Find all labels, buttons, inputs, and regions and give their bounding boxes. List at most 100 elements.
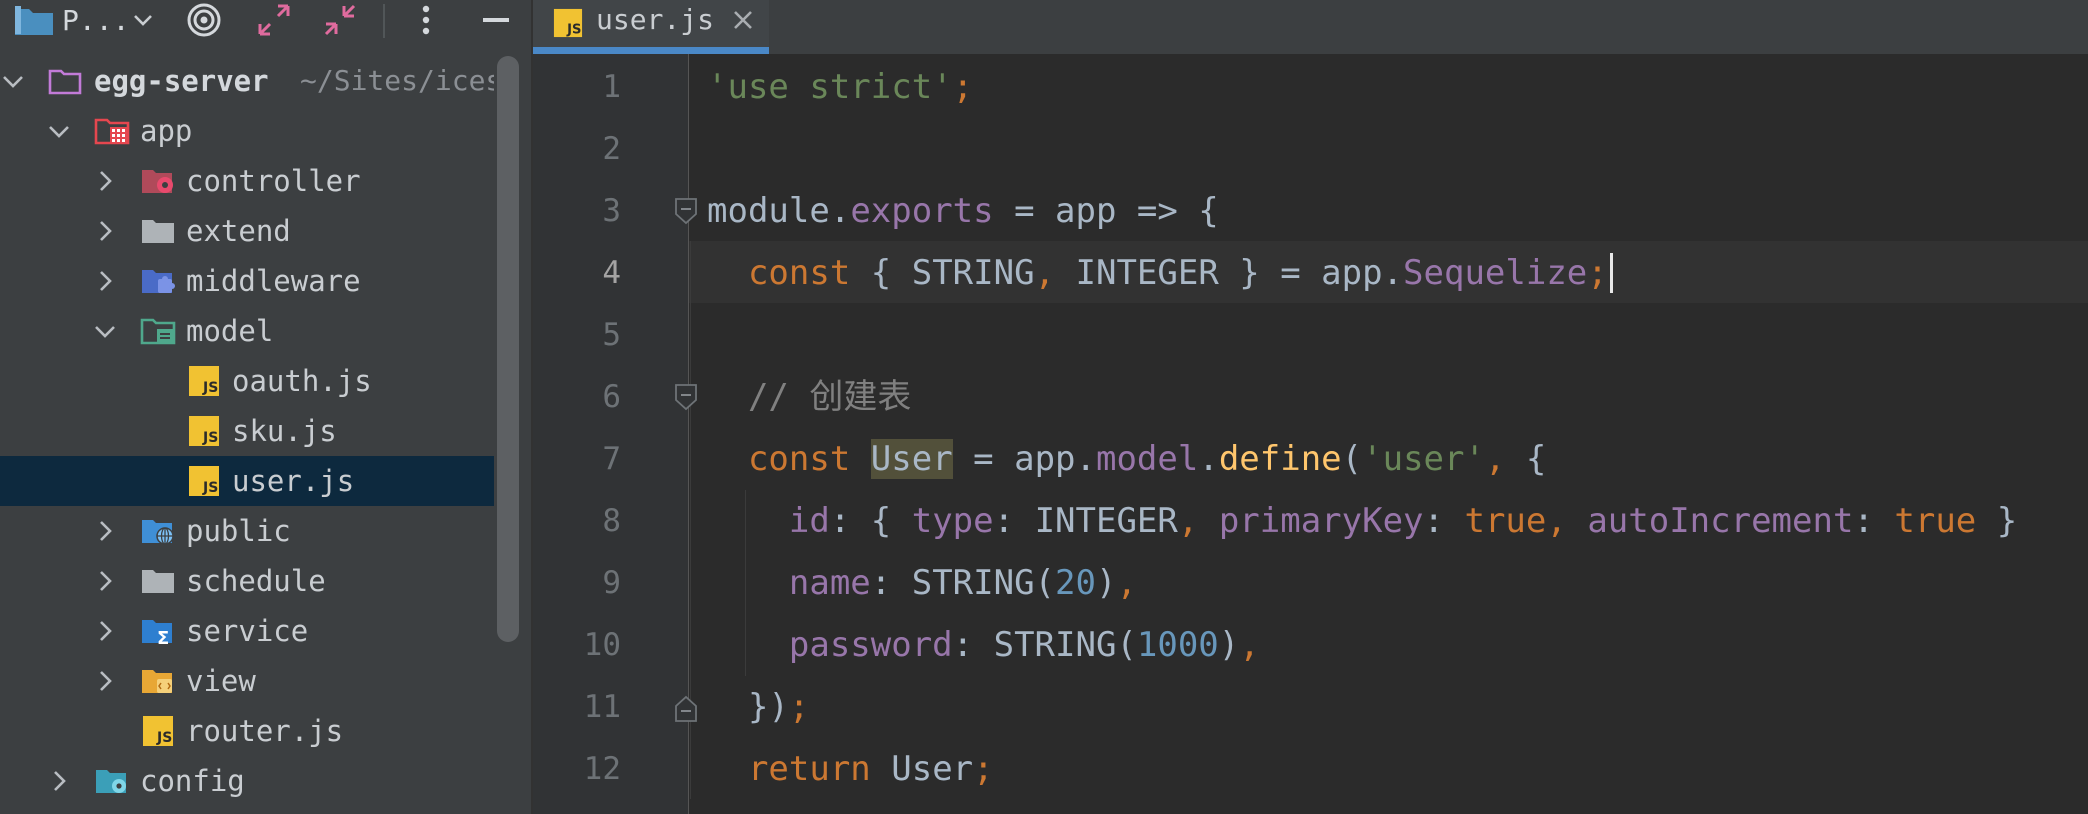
code-token: ; bbox=[973, 749, 994, 789]
model-folder-icon bbox=[140, 315, 176, 347]
chevron-down-icon[interactable] bbox=[0, 67, 26, 95]
more-vertical-icon[interactable] bbox=[406, 0, 446, 40]
fold-marker-icon[interactable] bbox=[673, 196, 699, 226]
chevron-right-icon[interactable] bbox=[92, 217, 118, 245]
chevron-right-icon[interactable] bbox=[92, 167, 118, 195]
chevron-right-icon[interactable] bbox=[92, 517, 118, 545]
project-toolbar: P... bbox=[0, 0, 531, 40]
code-line: id: { type: INTEGER, primaryKey: true, a… bbox=[707, 490, 2017, 552]
js-file-icon: JS bbox=[142, 715, 176, 747]
tree-label: oauth.js bbox=[232, 364, 372, 398]
chevron-down-icon[interactable] bbox=[46, 117, 72, 145]
tree-label: service bbox=[186, 614, 309, 648]
line-number: 6 bbox=[602, 379, 621, 415]
code-line: const User = app.model.define('user', { bbox=[707, 428, 1546, 490]
module-folder-icon bbox=[94, 115, 130, 147]
controller-folder-icon bbox=[140, 165, 174, 197]
code-token: , bbox=[1546, 501, 1588, 541]
tree-label: app bbox=[140, 114, 193, 148]
code-token: const bbox=[747, 253, 851, 293]
code-token: module bbox=[707, 191, 830, 231]
tree-item-model[interactable]: model bbox=[0, 306, 494, 356]
project-tree: egg-server ~/Sites/ices app controller e… bbox=[0, 56, 494, 814]
code-token: const bbox=[747, 439, 851, 479]
target-icon[interactable] bbox=[180, 0, 228, 40]
tree-item-user-js[interactable]: JS user.js bbox=[0, 456, 494, 506]
chevron-right-icon[interactable] bbox=[92, 667, 118, 695]
tab-user-js[interactable]: JS user.js bbox=[533, 0, 769, 54]
code-token: model bbox=[1095, 439, 1199, 479]
code-token: , bbox=[1239, 625, 1260, 665]
code-token: { bbox=[1505, 439, 1547, 479]
code-line: const { STRING, INTEGER } = app.Sequeliz… bbox=[707, 242, 1608, 304]
chevron-down-icon[interactable] bbox=[126, 0, 160, 40]
js-file-icon: JS bbox=[188, 365, 222, 397]
tree-item-schedule[interactable]: schedule bbox=[0, 556, 494, 606]
tree-item-public[interactable]: public bbox=[0, 506, 494, 556]
tree-item-app[interactable]: app bbox=[0, 106, 494, 156]
code-token: // 创建表 bbox=[747, 377, 912, 417]
line-number: 12 bbox=[583, 751, 621, 787]
svg-text:JS: JS bbox=[202, 430, 218, 446]
close-icon[interactable] bbox=[729, 6, 757, 34]
code-line: // 创建表 bbox=[707, 366, 911, 428]
tree-label: user.js bbox=[232, 464, 355, 498]
tree-label: extend bbox=[186, 214, 291, 248]
tree-label: controller bbox=[186, 164, 361, 198]
js-file-icon: JS bbox=[188, 415, 222, 447]
service-folder-icon: Σ bbox=[140, 615, 174, 649]
code-editor[interactable]: 1 2 3 4 5 6 7 8 9 10 11 12 'use strict'; module.expo… bbox=[533, 54, 2088, 814]
svg-text:JS: JS bbox=[156, 730, 172, 746]
code-line: name: STRING(20), bbox=[707, 552, 1137, 614]
line-number: 11 bbox=[583, 689, 621, 725]
code-token: ) bbox=[1095, 563, 1117, 603]
code-token: , bbox=[1177, 501, 1219, 541]
code-token: 20 bbox=[1055, 563, 1096, 603]
project-view-label[interactable]: P... bbox=[62, 0, 129, 40]
tree-scrollbar[interactable] bbox=[497, 56, 519, 642]
code-token: , bbox=[1484, 439, 1506, 479]
chevron-right-icon[interactable] bbox=[92, 617, 118, 645]
expand-icon[interactable] bbox=[250, 0, 298, 40]
tree-item-router-js[interactable]: JS router.js bbox=[0, 706, 494, 756]
tree-item-extend[interactable]: extend bbox=[0, 206, 494, 256]
svg-text:Σ: Σ bbox=[157, 628, 169, 647]
line-number: 2 bbox=[602, 131, 621, 167]
middleware-folder-icon bbox=[140, 265, 175, 297]
public-folder-icon bbox=[140, 515, 174, 547]
chevron-right-icon[interactable] bbox=[46, 767, 72, 795]
code-token: User bbox=[870, 439, 953, 479]
tree-item-config[interactable]: config bbox=[0, 756, 494, 806]
tree-item-middleware[interactable]: middleware bbox=[0, 256, 494, 306]
fold-marker-icon[interactable] bbox=[673, 382, 699, 412]
tree-item-sku-js[interactable]: JS sku.js bbox=[0, 406, 494, 456]
chevron-down-icon[interactable] bbox=[92, 317, 118, 345]
view-folder-icon bbox=[140, 665, 174, 697]
tree-label: middleware bbox=[186, 264, 361, 298]
collapse-icon[interactable] bbox=[316, 0, 364, 40]
minimize-icon[interactable] bbox=[474, 0, 518, 40]
chevron-right-icon[interactable] bbox=[92, 567, 118, 595]
code-token: : STRING( bbox=[952, 625, 1137, 665]
svg-text:JS: JS bbox=[202, 480, 218, 496]
code-token: . bbox=[829, 191, 851, 231]
tree-path-hint: ~/Sites/ices bbox=[300, 64, 494, 97]
fold-end-marker-icon[interactable] bbox=[673, 694, 699, 724]
tree-root-egg-server[interactable]: egg-server ~/Sites/ices bbox=[0, 56, 494, 106]
code-token: }) bbox=[747, 687, 789, 727]
chevron-right-icon[interactable] bbox=[92, 267, 118, 295]
tree-item-oauth-js[interactable]: JS oauth.js bbox=[0, 356, 494, 406]
folder-icon bbox=[48, 65, 82, 97]
tree-label: public bbox=[186, 514, 291, 548]
config-folder-icon bbox=[94, 765, 128, 797]
tree-item-view[interactable]: view bbox=[0, 656, 494, 706]
project-folder-icon[interactable] bbox=[6, 0, 62, 40]
line-number: 3 bbox=[602, 193, 621, 229]
tree-item-controller[interactable]: controller bbox=[0, 156, 494, 206]
tree-item-service[interactable]: Σ service bbox=[0, 606, 494, 656]
code-line: module.exports = app => { bbox=[707, 180, 1219, 242]
